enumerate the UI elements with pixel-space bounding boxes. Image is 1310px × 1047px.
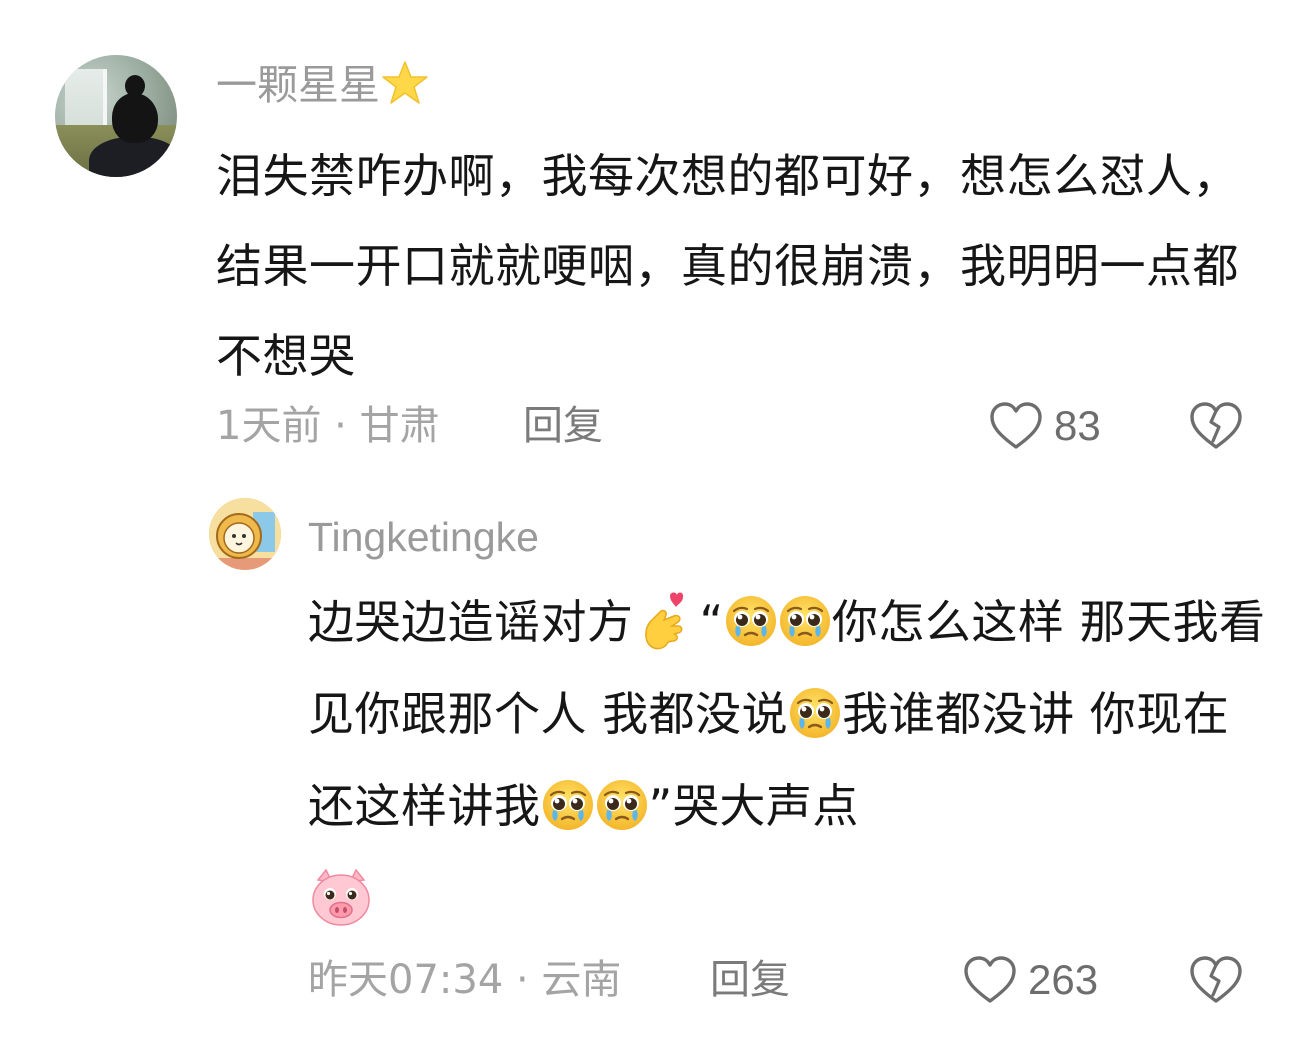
- avatar[interactable]: [209, 498, 281, 570]
- finger-heart-emoji-icon: [644, 592, 683, 650]
- comment: 一颗星星 泪失禁咋办啊，我每次想的都可好，想怎么怼人，结果一开口就就哽咽，真的很…: [0, 0, 1310, 470]
- pleading-teary-face-emoji-icon: [788, 686, 842, 740]
- text-segment: 边哭边造谣对方: [308, 595, 634, 649]
- like-button[interactable]: 263: [962, 952, 1098, 1008]
- comment-username[interactable]: Tingketingke: [308, 510, 539, 564]
- reply-button[interactable]: 回复: [523, 398, 603, 454]
- comment-text: 边哭边造谣对方 “你怎么这样 那天我看见你跟那个人 我都没说 我谁都没讲 你现在还…: [308, 576, 1273, 944]
- heart-icon: [964, 956, 1016, 1003]
- text-segment: ”哭大声点: [648, 779, 859, 833]
- username-text: 一颗星星: [216, 61, 380, 109]
- broken-heart-icon[interactable]: [1188, 954, 1244, 1006]
- like-button[interactable]: 83: [988, 398, 1101, 454]
- heart-icon: [990, 402, 1042, 449]
- reply-comment: Tingketingke 边哭边造谣对方 “你怎么这样 那天我看见你跟那个人 我…: [0, 470, 1310, 1047]
- text-segment: “: [699, 595, 724, 649]
- pleading-teary-face-emoji-icon: [778, 594, 832, 648]
- reply-button[interactable]: 回复: [710, 952, 790, 1008]
- comment-meta: 1天前 · 甘肃: [216, 403, 440, 449]
- comment-text: 泪失禁咋办啊，我每次想的都可好，想怎么怼人，结果一开口就就哽咽，真的很崩溃，我明…: [216, 149, 1239, 383]
- pig-face-emoji-icon: [312, 868, 370, 926]
- comment-username[interactable]: 一颗星星: [216, 58, 430, 112]
- lion-cartoon-icon: [209, 498, 281, 570]
- broken-heart-icon[interactable]: [1188, 400, 1244, 452]
- pleading-teary-face-emoji-icon: [595, 778, 649, 832]
- avatar[interactable]: [55, 55, 177, 177]
- like-count: 263: [1028, 956, 1099, 1003]
- comment-meta: 昨天07:34 · 云南: [308, 957, 622, 1003]
- star-emoji-icon: [382, 61, 428, 104]
- like-count: 83: [1054, 402, 1101, 449]
- pleading-teary-face-emoji-icon: [724, 594, 778, 648]
- pleading-teary-face-emoji-icon: [541, 778, 595, 832]
